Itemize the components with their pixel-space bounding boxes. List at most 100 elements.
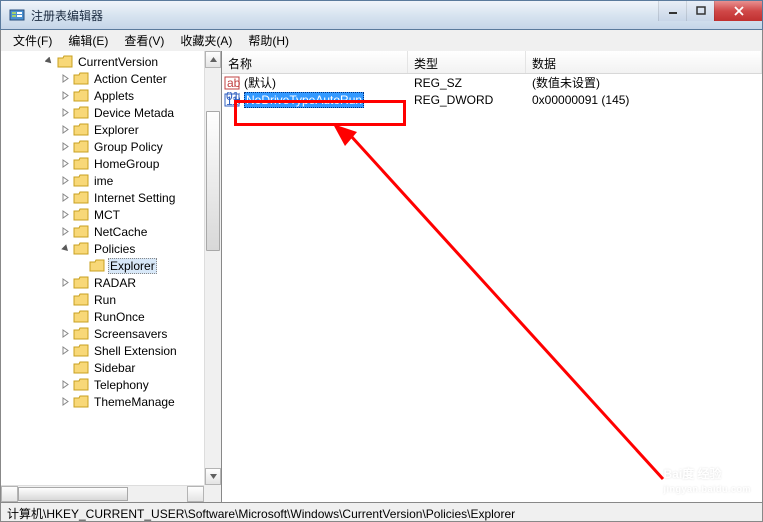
expand-icon[interactable]	[57, 224, 73, 240]
tree-item[interactable]: NetCache	[1, 223, 221, 240]
folder-icon	[73, 293, 89, 307]
column-type[interactable]: 类型	[408, 51, 526, 73]
scroll-right-button[interactable]	[187, 486, 204, 502]
app-icon	[9, 7, 25, 23]
tree-item[interactable]: Sidebar	[1, 359, 221, 376]
folder-icon	[73, 72, 89, 86]
tree-item-currentversion[interactable]: CurrentVersion	[1, 53, 221, 70]
tree-item[interactable]: Device Metada	[1, 104, 221, 121]
tree-item[interactable]: Group Policy	[1, 138, 221, 155]
tree-label: HomeGroup	[92, 157, 161, 171]
scroll-up-button[interactable]	[205, 51, 221, 68]
tree-vscrollbar[interactable]	[204, 51, 221, 502]
expand-icon[interactable]	[57, 377, 73, 393]
expand-icon[interactable]	[57, 88, 73, 104]
scroll-corner	[204, 485, 221, 502]
string-value-icon: ab	[224, 75, 240, 91]
blank	[57, 309, 73, 325]
column-name[interactable]: 名称	[222, 51, 408, 73]
cell-data: (数值未设置)	[526, 74, 762, 91]
list-pane: 名称 类型 数据 ab(默认)REG_SZ(数值未设置)011110NoDriv…	[222, 51, 762, 502]
tree-label: Policies	[92, 242, 137, 256]
expand-icon[interactable]	[57, 394, 73, 410]
tree-item[interactable]: Screensavers	[1, 325, 221, 342]
cell-name: 011110NoDriveTypeAutoRun	[222, 92, 408, 108]
tree-item[interactable]: Applets	[1, 87, 221, 104]
tree-item[interactable]: ThemeManage	[1, 393, 221, 410]
expand-icon[interactable]	[57, 156, 73, 172]
folder-icon	[57, 55, 73, 69]
tree-hscrollbar[interactable]	[1, 485, 204, 502]
menu-bar: 文件(F) 编辑(E) 查看(V) 收藏夹(A) 帮助(H)	[0, 30, 763, 51]
list-header: 名称 类型 数据	[222, 51, 762, 74]
cell-type: REG_DWORD	[408, 93, 526, 107]
maximize-button[interactable]	[686, 1, 714, 21]
tree-item[interactable]: RunOnce	[1, 308, 221, 325]
expand-icon[interactable]	[57, 122, 73, 138]
tree-label: Run	[92, 293, 118, 307]
expand-icon[interactable]	[57, 139, 73, 155]
tree-item[interactable]: Policies	[1, 240, 221, 257]
window-title: 注册表编辑器	[31, 7, 103, 24]
expand-icon[interactable]	[57, 173, 73, 189]
scroll-thumb[interactable]	[206, 111, 220, 251]
expand-icon[interactable]	[57, 71, 73, 87]
collapse-icon[interactable]	[41, 54, 57, 70]
tree[interactable]: CurrentVersion Action CenterAppletsDevic…	[1, 51, 221, 410]
menu-view[interactable]: 查看(V)	[116, 30, 172, 51]
tree-item[interactable]: Run	[1, 291, 221, 308]
tree-label: Telephony	[92, 378, 151, 392]
tree-label: Shell Extension	[92, 344, 179, 358]
column-data[interactable]: 数据	[526, 51, 762, 73]
tree-item[interactable]: Action Center	[1, 70, 221, 87]
tree-item[interactable]: MCT	[1, 206, 221, 223]
menu-edit[interactable]: 编辑(E)	[60, 30, 116, 51]
menu-file[interactable]: 文件(F)	[5, 30, 60, 51]
expand-icon[interactable]	[57, 190, 73, 206]
minimize-button[interactable]	[658, 1, 686, 21]
status-path: 计算机\HKEY_CURRENT_USER\Software\Microsoft…	[7, 507, 515, 521]
folder-icon	[73, 89, 89, 103]
tree-label: ThemeManage	[92, 395, 177, 409]
svg-text:ab: ab	[227, 76, 240, 90]
status-bar: 计算机\HKEY_CURRENT_USER\Software\Microsoft…	[0, 503, 763, 522]
tree-item[interactable]: HomeGroup	[1, 155, 221, 172]
tree-item[interactable]: Explorer	[1, 257, 221, 274]
scroll-down-button[interactable]	[205, 468, 221, 485]
expand-icon[interactable]	[57, 275, 73, 291]
menu-help[interactable]: 帮助(H)	[240, 30, 297, 51]
folder-icon	[73, 276, 89, 290]
menu-favorites[interactable]: 收藏夹(A)	[172, 30, 240, 51]
window-buttons	[658, 1, 762, 21]
hscroll-thumb[interactable]	[18, 487, 128, 501]
list-row[interactable]: 011110NoDriveTypeAutoRunREG_DWORD0x00000…	[222, 91, 762, 108]
value-name: (默认)	[244, 74, 276, 91]
folder-icon	[73, 310, 89, 324]
tree-item[interactable]: RADAR	[1, 274, 221, 291]
expand-icon[interactable]	[57, 326, 73, 342]
svg-text:110: 110	[226, 94, 240, 108]
close-button[interactable]	[714, 1, 762, 21]
folder-icon	[73, 174, 89, 188]
expand-icon[interactable]	[57, 105, 73, 121]
tree-item[interactable]: Telephony	[1, 376, 221, 393]
folder-icon	[73, 140, 89, 154]
scroll-left-button[interactable]	[1, 486, 18, 502]
tree-label: MCT	[92, 208, 122, 222]
tree-label: ime	[92, 174, 115, 188]
tree-item[interactable]: Internet Setting	[1, 189, 221, 206]
expand-icon[interactable]	[57, 207, 73, 223]
tree-item[interactable]: ime	[1, 172, 221, 189]
tree-label: Action Center	[92, 72, 169, 86]
tree-item[interactable]: Shell Extension	[1, 342, 221, 359]
folder-icon	[73, 361, 89, 375]
tree-label: Explorer	[108, 258, 157, 274]
expand-icon[interactable]	[57, 343, 73, 359]
expand-icon[interactable]	[57, 241, 73, 257]
tree-label: RADAR	[92, 276, 138, 290]
cell-data: 0x00000091 (145)	[526, 93, 762, 107]
tree-item[interactable]: Explorer	[1, 121, 221, 138]
tree-label: Internet Setting	[92, 191, 177, 205]
blank	[73, 258, 89, 274]
list-row[interactable]: ab(默认)REG_SZ(数值未设置)	[222, 74, 762, 91]
